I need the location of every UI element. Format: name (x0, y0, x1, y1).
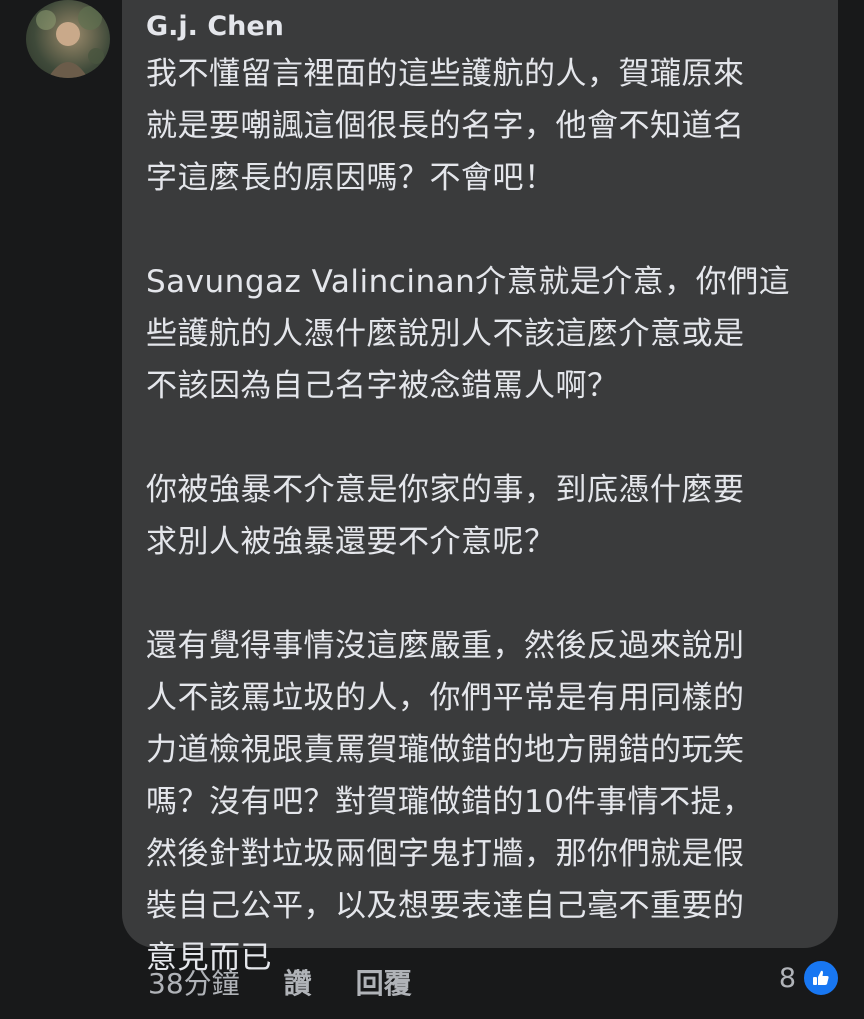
comment-line: 力道檢視跟責罵賀瓏做錯的地方開錯的玩笑 (146, 732, 745, 768)
avatar[interactable] (26, 0, 110, 78)
reaction-count: 8 (778, 962, 796, 994)
comment-author[interactable]: G.j. Chen (146, 10, 284, 44)
comment-line: 嗎？沒有吧？對賀瓏做錯的10件事情不提， (146, 784, 754, 820)
comment-line: 然後針對垃圾兩個字鬼打牆，那你們就是假 (146, 836, 745, 872)
comment-line: 裝自己公平，以及想要表達自己毫不重要的 (146, 888, 745, 924)
reaction-summary[interactable]: 8 (779, 958, 840, 998)
comment-thread: G.j. Chen 我不懂留言裡面的這些護航的人，賀瓏原來 就是要嘲諷這個很長的… (0, 0, 864, 1019)
comment-body: 我不懂留言裡面的這些護航的人，賀瓏原來 就是要嘲諷這個很長的名字，他會不知道名 … (146, 48, 806, 984)
comment-line: 不該因為自己名字被念錯罵人啊？ (146, 368, 619, 404)
comment-line: 人不該罵垃圾的人，你們平常是有用同樣的 (146, 680, 745, 716)
like-button[interactable]: 讚 (284, 962, 312, 1002)
comment-actions: 38分鐘 讚 回覆 (148, 958, 412, 1006)
comment-timestamp[interactable]: 38分鐘 (148, 962, 240, 1002)
comment-line: 字這麼長的原因嗎？不會吧！ (146, 160, 556, 196)
comment-line: 還有覺得事情沒這麼嚴重，然後反過來說別 (146, 628, 745, 664)
thumbs-up-icon (802, 959, 840, 997)
comment-line: 些護航的人憑什麼說別人不該這麼介意或是 (146, 316, 745, 352)
comment-line: 你被強暴不介意是你家的事，到底憑什麼要 (146, 472, 745, 508)
comment-line: 就是要嘲諷這個很長的名字，他會不知道名 (146, 108, 745, 144)
reply-button[interactable]: 回覆 (356, 962, 412, 1002)
comment-line: 求別人被強暴還要不介意呢？ (146, 524, 556, 560)
comment-line: 我不懂留言裡面的這些護航的人，賀瓏原來 (146, 56, 745, 92)
comment-line: Savungaz Valincinan介意就是介意，你們這 (146, 264, 791, 300)
